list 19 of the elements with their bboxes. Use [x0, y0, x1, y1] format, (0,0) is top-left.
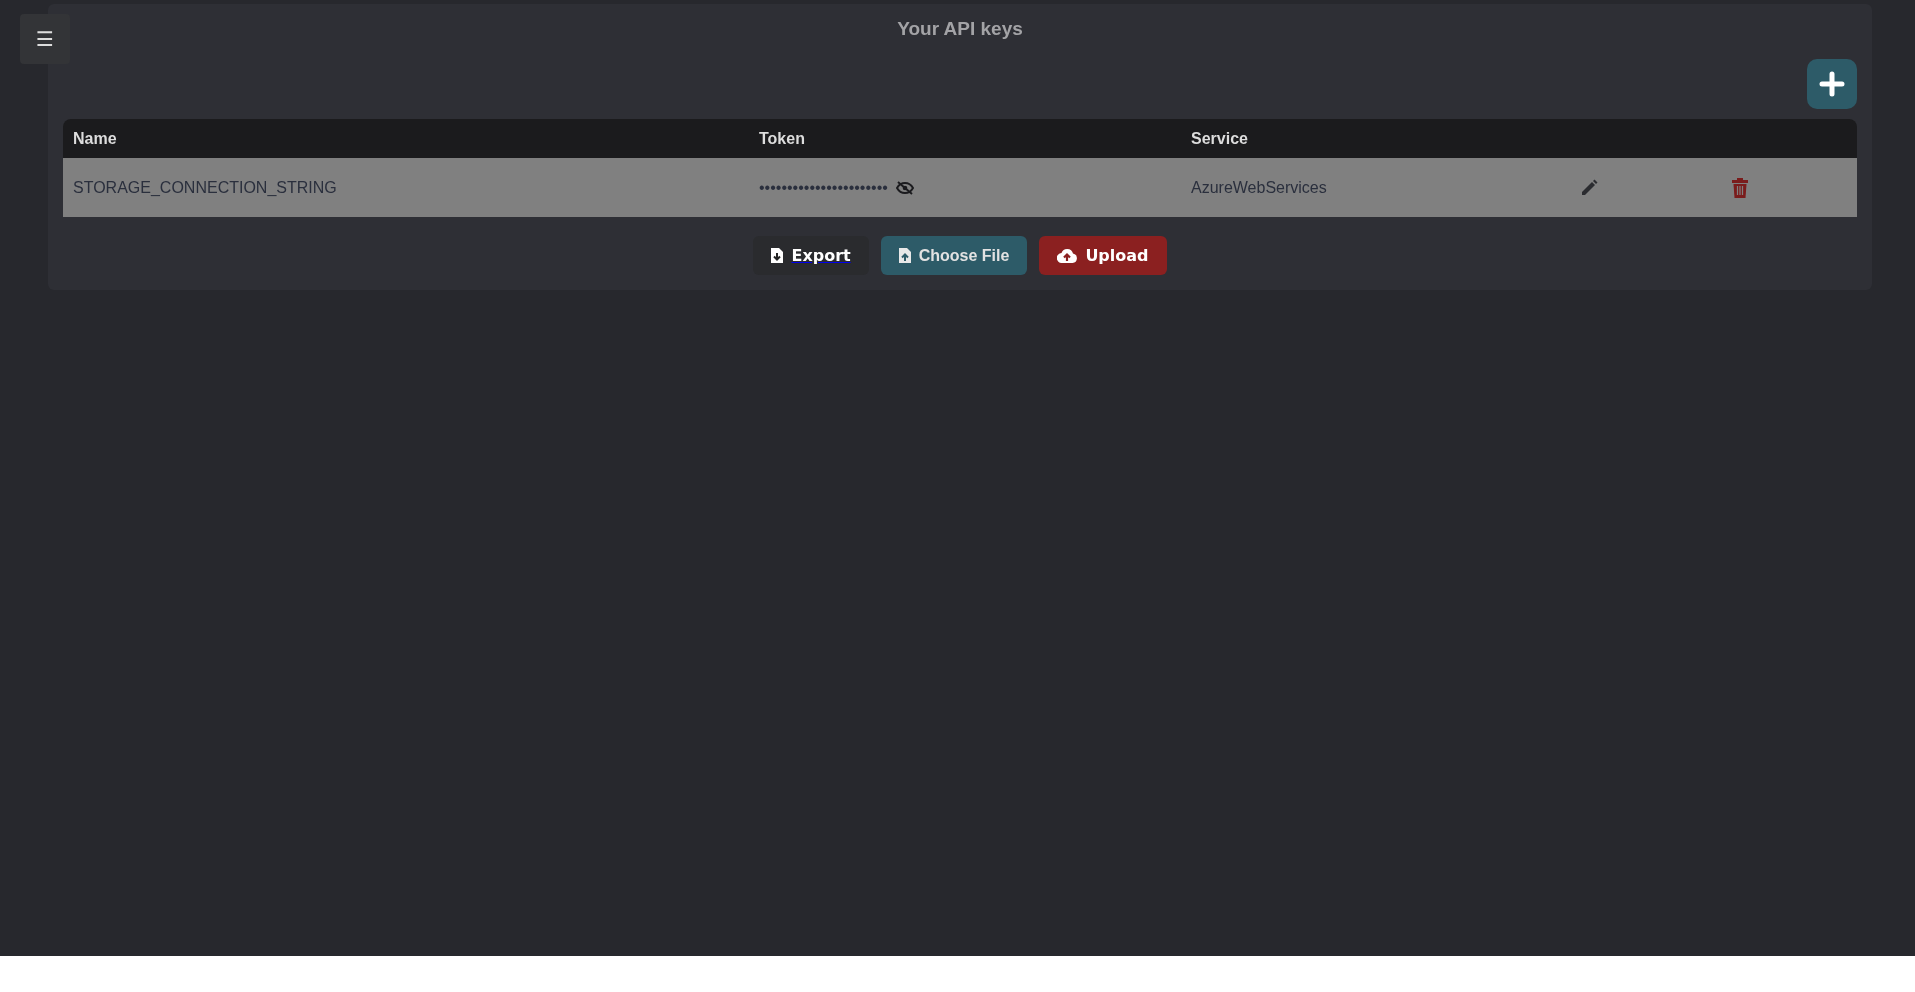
trash-icon[interactable]: [1731, 177, 1749, 198]
token-text: •••••••••••••••••••••••: [759, 178, 888, 197]
panel-title: Your API keys: [896, 18, 1024, 40]
pencil-icon[interactable]: [1579, 177, 1599, 198]
upload-button[interactable]: Upload: [1039, 236, 1167, 275]
cloud-upload-icon: [1057, 248, 1078, 263]
column-header: Service: [1190, 129, 1249, 148]
eye-slash-icon[interactable]: [895, 180, 914, 195]
export-button[interactable]: Export: [753, 236, 869, 275]
column-header: Name: [72, 129, 118, 148]
table-cell-text: STORAGE_CONNECTION_STRING: [72, 178, 338, 197]
menu-button[interactable]: ☰: [20, 14, 70, 64]
file-upload-icon: [898, 248, 911, 263]
plus-icon: [1819, 71, 1845, 97]
file-download-icon: [771, 248, 784, 263]
choose-file-button[interactable]: Choose File: [880, 236, 1028, 275]
table-cell-text: AzureWebServices: [1190, 178, 1328, 197]
column-header: Token: [758, 129, 806, 148]
add-button[interactable]: [1807, 59, 1857, 109]
